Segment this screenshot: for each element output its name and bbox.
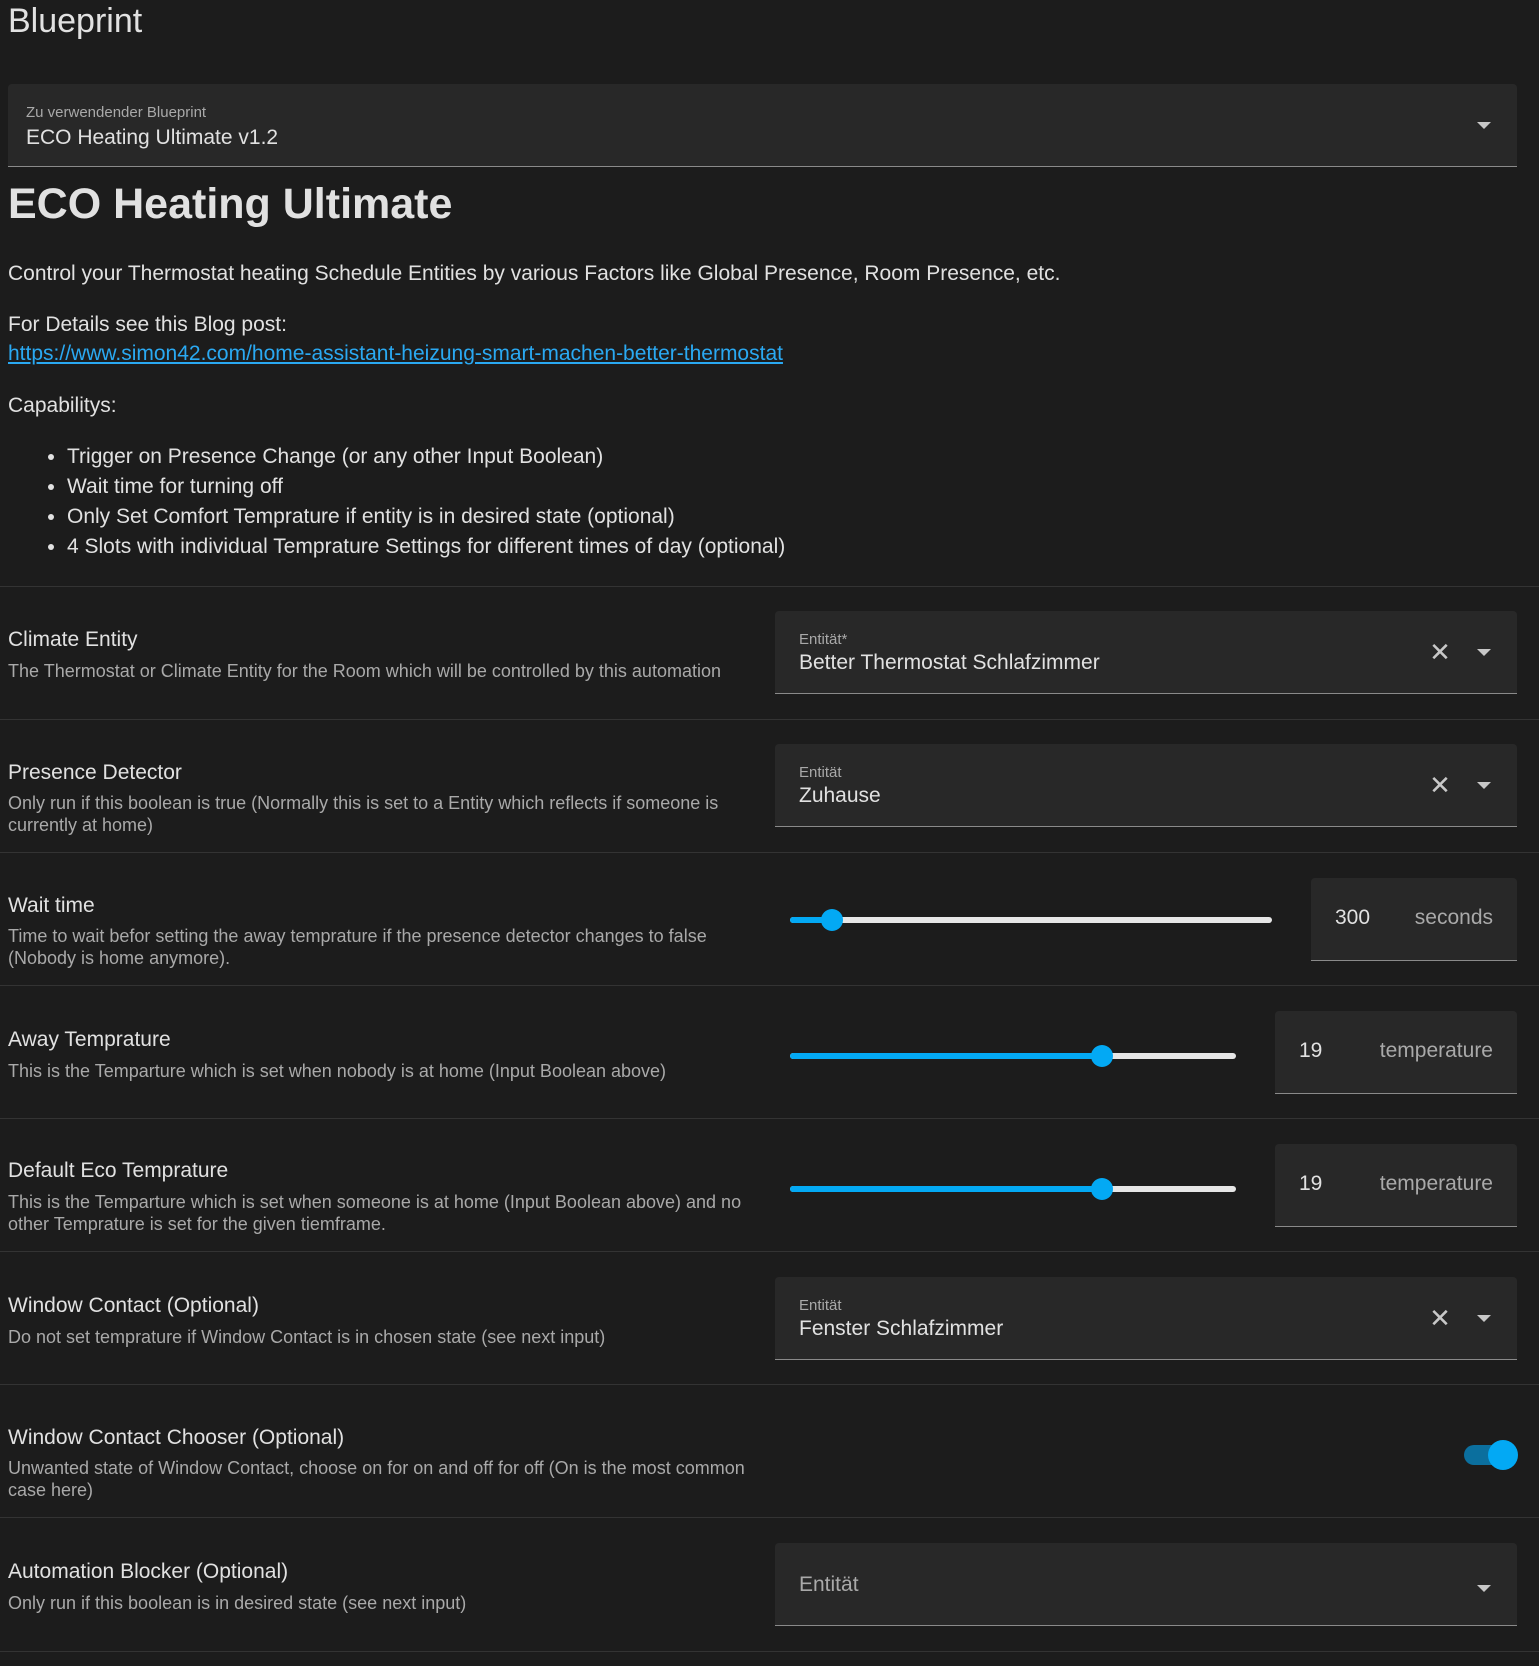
input-title: Presence Detector <box>8 761 182 784</box>
window-contact-chooser-toggle[interactable] <box>1464 1440 1518 1470</box>
input-description: Only run if this boolean is true (Normal… <box>8 793 719 835</box>
toggle-knob[interactable] <box>1488 1440 1518 1470</box>
chevron-down-icon[interactable] <box>1477 122 1491 129</box>
automation-blocker-picker[interactable]: Entität <box>775 1543 1517 1626</box>
number-value: 19 <box>1299 1172 1323 1195</box>
input-title: Automation Blocker (Optional) <box>8 1560 289 1583</box>
away-temperature-slider[interactable] <box>790 1045 1236 1067</box>
unit-label: temperature <box>1379 1172 1493 1195</box>
field-value: Zuhause <box>799 784 881 807</box>
chevron-down-icon[interactable] <box>1477 782 1491 789</box>
input-title: Default Eco Temprature <box>8 1159 229 1182</box>
default-eco-temperature-slider[interactable] <box>790 1178 1236 1200</box>
slider-fill <box>790 1186 1103 1192</box>
input-title: Away Temprature <box>8 1028 171 1051</box>
input-row-away-temperature: Away Temprature This is the Temparture w… <box>0 985 1539 1119</box>
input-row-automation-blocker: Automation Blocker (Optional) Only run i… <box>0 1517 1539 1652</box>
input-row-default-eco-temperature: Default Eco Temprature This is the Tempa… <box>0 1118 1539 1252</box>
list-item: Trigger on Presence Change (or any other… <box>67 442 785 472</box>
window-contact-picker[interactable]: Entität Fenster Schlafzimmer ✕ <box>775 1277 1517 1360</box>
number-value: 300 <box>1335 906 1371 929</box>
input-description: Unwanted state of Window Contact, choose… <box>8 1458 745 1500</box>
input-row-window-contact-chooser: Window Contact Chooser (Optional) Unwant… <box>0 1384 1539 1518</box>
field-placeholder: Entität <box>799 1573 859 1596</box>
blueprint-description: Control your Thermostat heating Schedule… <box>8 262 1061 285</box>
close-icon[interactable]: ✕ <box>1429 639 1451 665</box>
blueprint-name: ECO Heating Ultimate <box>8 180 453 228</box>
chevron-down-icon[interactable] <box>1477 1585 1491 1592</box>
slider-thumb[interactable] <box>821 909 844 931</box>
close-icon[interactable]: ✕ <box>1429 1305 1451 1331</box>
list-item: Only Set Comfort Temprature if entity is… <box>67 502 785 532</box>
details-label: For Details see this Blog post: <box>8 313 287 336</box>
input-description: This is the Temparture which is set when… <box>8 1061 667 1081</box>
close-icon[interactable]: ✕ <box>1429 772 1451 798</box>
slider-thumb[interactable] <box>1091 1178 1114 1200</box>
input-row-window-contact: Window Contact (Optional) Do not set tem… <box>0 1251 1539 1385</box>
list-item: 4 Slots with individual Temprature Setti… <box>67 532 785 562</box>
unit-label: seconds <box>1414 906 1493 929</box>
field-value: Fenster Schlafzimmer <box>799 1317 1004 1340</box>
field-label: Entität <box>799 764 842 781</box>
input-description: Only run if this boolean is in desired s… <box>8 1593 467 1613</box>
wait-time-slider[interactable] <box>790 909 1272 931</box>
input-description: Time to wait befor setting the away temp… <box>8 926 707 968</box>
default-eco-temperature-input[interactable]: 19 temperature <box>1275 1144 1517 1227</box>
capabilities-list: Trigger on Presence Change (or any other… <box>8 442 785 562</box>
input-row-wait-time: Wait time Time to wait befor setting the… <box>0 852 1539 986</box>
input-title: Climate Entity <box>8 628 138 651</box>
input-row-climate-entity: Climate Entity The Thermostat or Climate… <box>0 586 1539 720</box>
input-row-presence-detector: Presence Detector Only run if this boole… <box>0 719 1539 853</box>
wait-time-input[interactable]: 300 seconds <box>1311 878 1517 961</box>
number-value: 19 <box>1299 1039 1323 1062</box>
blueprint-select[interactable]: Zu verwendender Blueprint ECO Heating Ul… <box>8 84 1517 167</box>
input-title: Window Contact (Optional) <box>8 1294 259 1317</box>
blueprint-select-value: ECO Heating Ultimate v1.2 <box>26 126 279 149</box>
list-item: Wait time for turning off <box>67 472 785 502</box>
field-value: Better Thermostat Schlafzimmer <box>799 651 1100 674</box>
away-temperature-input[interactable]: 19 temperature <box>1275 1011 1517 1094</box>
capabilities-label: Capabilitys: <box>8 394 117 417</box>
input-description: The Thermostat or Climate Entity for the… <box>8 661 721 681</box>
input-description: This is the Temparture which is set when… <box>8 1192 742 1234</box>
climate-entity-picker[interactable]: Entität* Better Thermostat Schlafzimmer … <box>775 611 1517 694</box>
presence-detector-picker[interactable]: Entität Zuhause ✕ <box>775 744 1517 827</box>
field-label: Entität* <box>799 631 848 648</box>
input-title: Window Contact Chooser (Optional) <box>8 1426 345 1449</box>
chevron-down-icon[interactable] <box>1477 649 1491 656</box>
input-title: Wait time <box>8 894 95 917</box>
slider-thumb[interactable] <box>1091 1045 1114 1067</box>
field-label: Entität <box>799 1297 842 1314</box>
slider-fill <box>790 1053 1103 1059</box>
blueprint-select-label: Zu verwendender Blueprint <box>26 104 207 121</box>
chevron-down-icon[interactable] <box>1477 1315 1491 1322</box>
page-title: Blueprint <box>8 2 143 40</box>
input-description: Do not set temprature if Window Contact … <box>8 1327 606 1347</box>
blog-post-link[interactable]: https://www.simon42.com/home-assistant-h… <box>8 342 783 366</box>
unit-label: temperature <box>1379 1039 1493 1062</box>
